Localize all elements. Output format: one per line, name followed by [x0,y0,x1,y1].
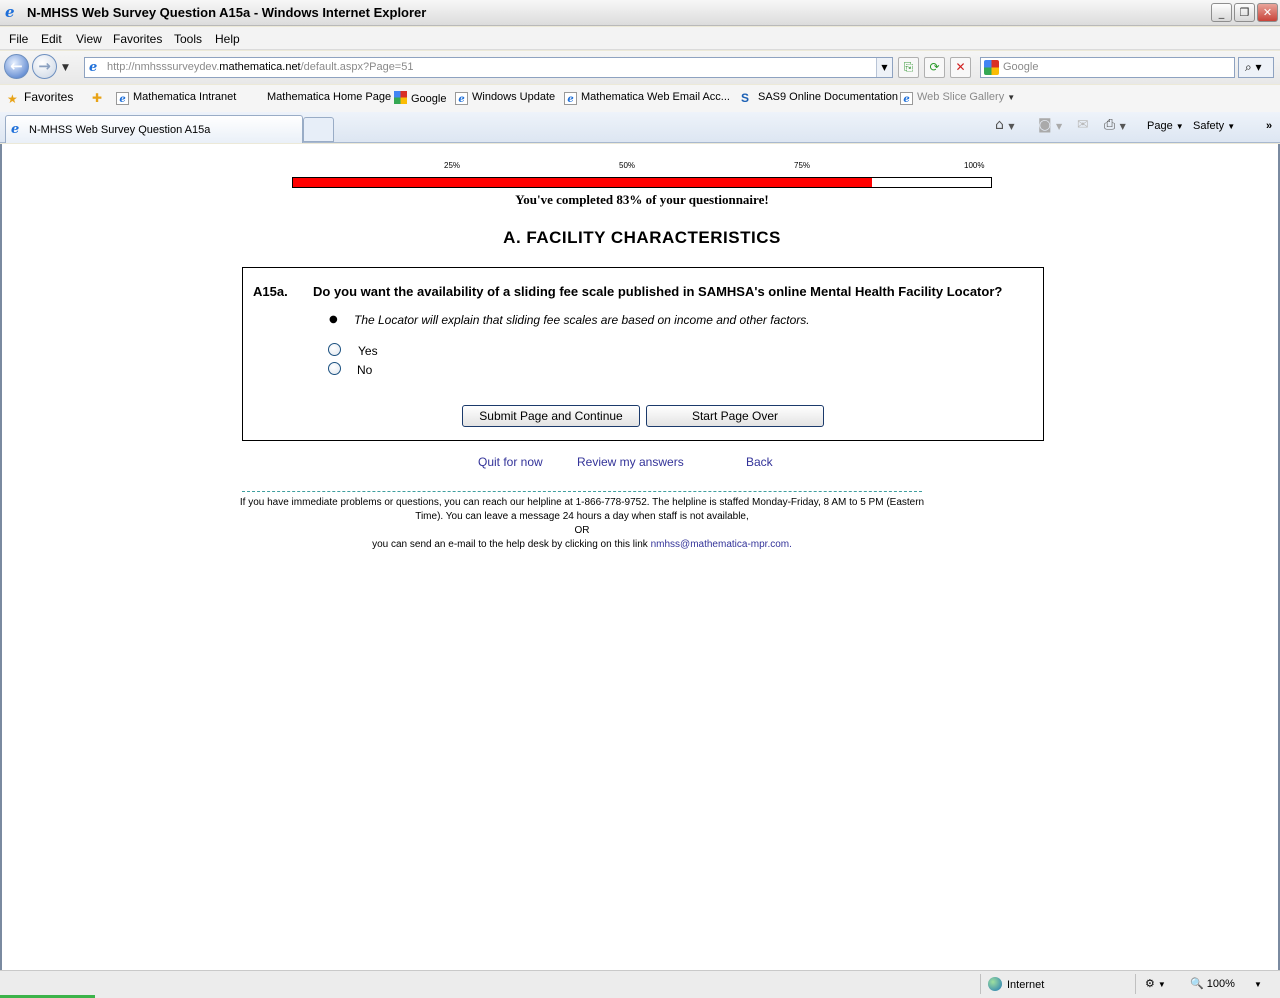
email-link[interactable]: nmhss@mathematica-mpr.com. [651,539,792,550]
help-line2: you can send an e-mail to the help desk … [372,539,792,550]
address-input[interactable]: e http://nmhsssurveydev.mathematica.net/… [84,57,893,78]
address-bar: ← → ▼ e http://nmhsssurveydev.mathematic… [0,51,1280,84]
restore-button[interactable]: ❐ [1234,3,1255,22]
menu-tools[interactable]: Tools [174,32,202,46]
globe-icon [988,977,1002,991]
add-favorite-icon[interactable]: ✚ [92,91,109,105]
progress-labels: 25% 50% 75% 100% [292,161,992,173]
search-button[interactable]: ⌕ ▾ [1238,57,1274,78]
progress-text: You've completed 83% of your questionnai… [515,192,769,207]
question-text: Do you want the availability of a slidin… [313,284,1003,299]
address-dropdown-icon[interactable]: ▼ [876,58,892,77]
feeds-icon[interactable]: ◙ ▼ [1038,117,1062,133]
ie-logo-icon: e [5,3,15,21]
refresh-icon[interactable]: ⟳ [924,57,945,78]
quit-for-now-link[interactable]: Quit for now [478,455,543,469]
back-link[interactable]: Back [746,455,773,469]
submit-continue-button[interactable]: Submit Page and Continue [462,405,640,427]
tab-active[interactable]: e N-MHSS Web Survey Question A15a [5,115,303,143]
forward-nav-button[interactable]: → [32,54,57,79]
back-nav-button[interactable]: ← [4,54,29,79]
ie-tab-icon: e [11,122,20,137]
more-commands-icon[interactable]: » [1266,120,1272,132]
question-box: A15a. Do you want the availability of a … [242,267,1044,441]
progress-tick-75: 75% [794,161,811,170]
fav-google[interactable]: Google [394,91,446,105]
ie-page-icon: e [564,92,577,105]
menu-bar: File Edit View Favorites Tools Help [0,27,1280,50]
option-yes-label: Yes [358,344,378,358]
close-button[interactable]: ✕ [1257,3,1278,22]
fav-windows-update[interactable]: e Windows Update [455,91,555,105]
section-title: A. FACILITY CHARACTERISTICS [503,228,781,247]
stop-icon[interactable]: ✕ [950,57,971,78]
star-icon: ★ [7,92,18,106]
start-page-over-button[interactable]: Start Page Over [646,405,824,427]
new-tab-button[interactable] [303,117,334,142]
radio-no[interactable] [328,362,341,375]
google-icon [394,91,407,104]
favorites-button[interactable]: ★ Favorites [7,90,73,106]
menu-view[interactable]: View [76,32,102,46]
page-menu[interactable]: Page ▼ [1147,120,1184,132]
fav-web-email[interactable]: e Mathematica Web Email Acc... [564,91,730,105]
favorites-bar: ★ Favorites ✚ e Mathematica Intranet Mathe… [0,85,1280,112]
tab-bar: e N-MHSS Web Survey Question A15a ⌂ ▼ ◙ … [0,112,1280,143]
print-icon[interactable]: ⎙ ▼ [1104,117,1126,133]
title-bar: e N-MHSS Web Survey Question A15a - Wind… [0,0,1280,26]
progress-tick-50: 50% [619,161,636,170]
help-text: If you have immediate problems or questi… [239,496,925,552]
minimize-button[interactable]: _ [1211,3,1232,22]
status-separator [1135,974,1136,994]
fav-mathematica-intranet[interactable]: e Mathematica Intranet [116,91,236,105]
zoom-control[interactable]: 🔍 100% ▼ [1190,977,1262,990]
tab-label: N-MHSS Web Survey Question A15a [29,124,211,136]
option-no-label: No [357,363,373,377]
radio-yes[interactable] [328,343,341,356]
progress-tick-25: 25% [444,161,461,170]
search-input[interactable]: Google [980,57,1235,78]
progress-tick-100: 100% [964,161,985,170]
progress-fill [293,178,873,187]
security-zone: Internet [988,977,1044,991]
bullet-icon: ● [329,314,338,325]
ie-page-icon: e [900,92,913,105]
menu-edit[interactable]: Edit [41,32,62,46]
safety-menu[interactable]: Safety ▼ [1193,120,1235,132]
page-icon: e [89,60,98,75]
fav-sas9-docs[interactable]: S SAS9 Online Documentation [741,91,898,105]
fav-web-slice-gallery[interactable]: e Web Slice Gallery ▼ [900,91,1015,105]
progress-bar [292,177,992,188]
fav-mathematica-home[interactable]: Mathematica Home Page [267,91,391,103]
google-icon [984,60,999,75]
compat-view-icon[interactable]: ⎘ [898,57,919,78]
ie-page-icon: e [116,92,129,105]
search-placeholder: Google [1003,61,1039,73]
menu-help[interactable]: Help [215,32,240,46]
status-separator [980,974,981,994]
question-number: A15a. [253,284,288,299]
question-note: The Locator will explain that sliding fe… [354,313,810,327]
home-icon[interactable]: ⌂ ▼ [995,117,1015,133]
review-answers-link[interactable]: Review my answers [577,455,684,469]
help-or: OR [574,525,590,536]
help-line1: If you have immediate problems or questi… [239,497,925,522]
menu-favorites[interactable]: Favorites [113,32,162,46]
history-dropdown-icon[interactable]: ▼ [62,63,69,73]
mail-icon[interactable]: ✉ [1077,117,1089,133]
divider [242,491,922,492]
address-url: http://nmhsssurveydev.mathematica.net/de… [107,61,414,73]
protected-mode-icon[interactable]: ⚙ ▼ [1145,977,1166,990]
ie-page-icon: e [455,92,468,105]
status-bar: Internet ⚙ ▼ 🔍 100% ▼ [0,970,1280,998]
sas-icon: S [741,91,750,105]
window-title: N-MHSS Web Survey Question A15a - Window… [27,5,427,20]
page-content: 25% 50% 75% 100% You've completed 83% of… [0,144,1280,970]
menu-file[interactable]: File [9,32,28,46]
